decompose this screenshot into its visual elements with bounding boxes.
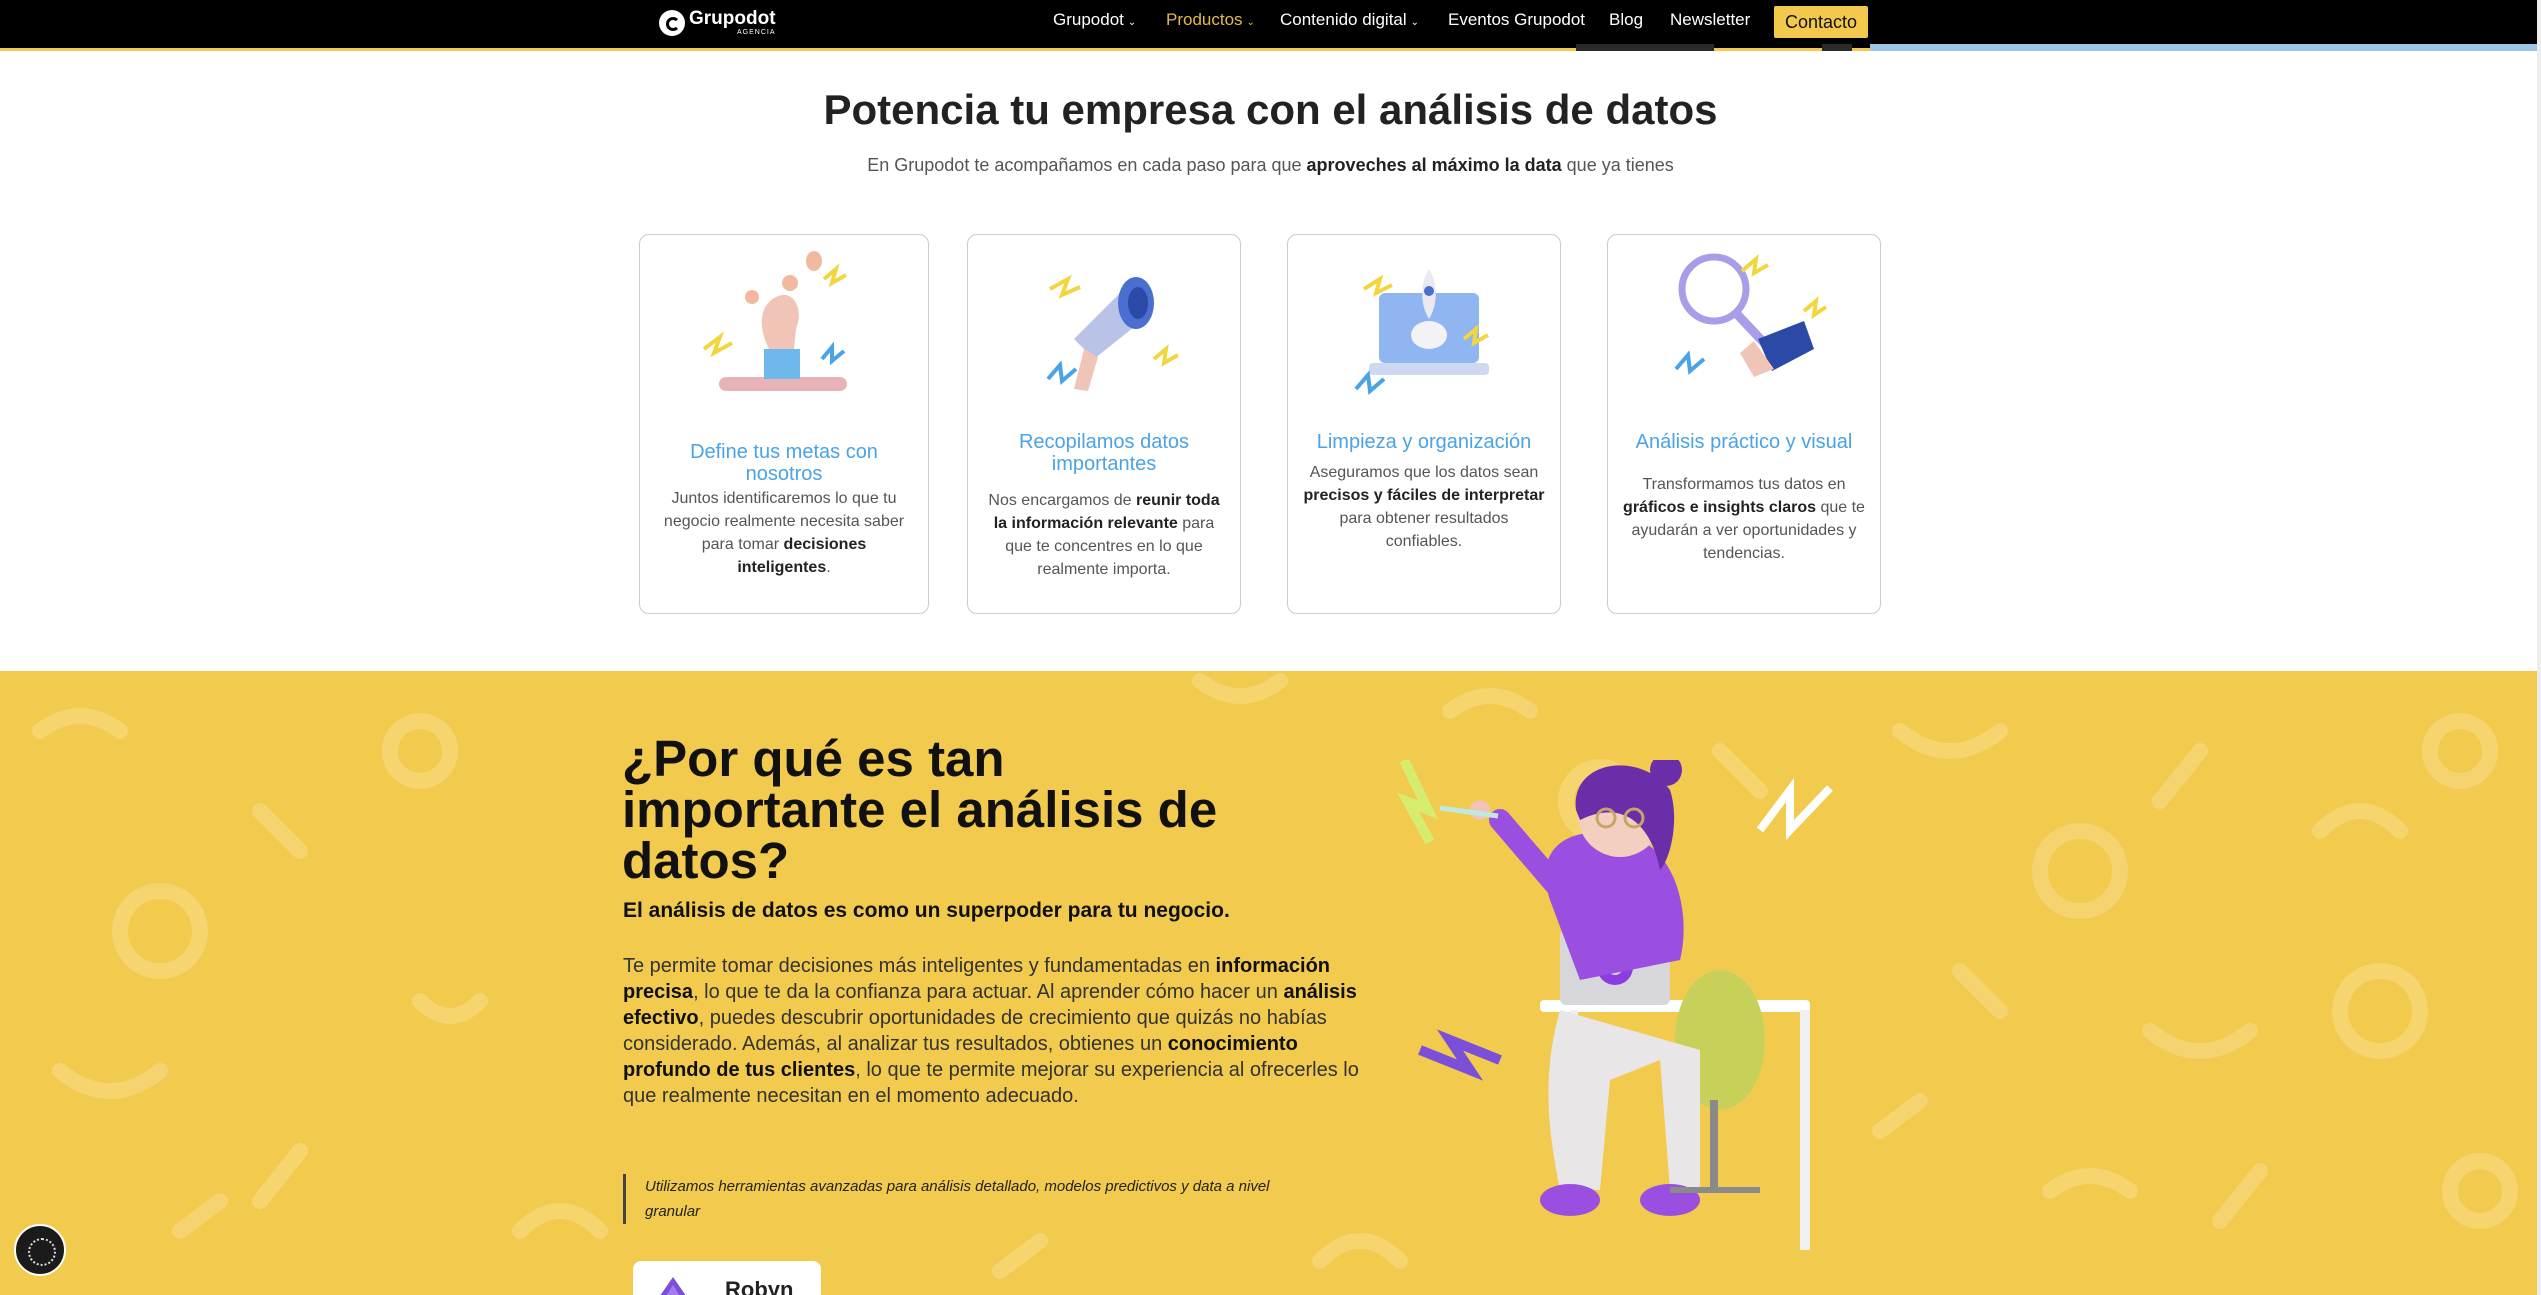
card-text: Nos encargamos de reunir toda la informa… — [988, 492, 1220, 578]
logo-mark-icon — [659, 10, 685, 36]
card-title: Limpieza y organización — [1316, 431, 1532, 453]
nav-item-contenido-digital[interactable]: Contenido digital ⌄ — [1280, 10, 1419, 30]
nav-item-newsletter[interactable]: Newsletter — [1670, 10, 1750, 30]
megaphone-illustration — [1046, 274, 1179, 391]
woman-at-desk-illustration — [1396, 760, 1833, 1250]
magnifier-hand-illustration — [1674, 253, 1828, 377]
banner-strip — [1870, 44, 2541, 51]
card-text: Aseguramos que los datos sean precisos y… — [1303, 464, 1545, 550]
card-text: Transformamos tus datos en gráficos e in… — [1623, 476, 1865, 562]
top-navbar: Grupodot AGENCIA Grupodot ⌄ Productos ⌄ Co… — [0, 0, 2541, 51]
laptop-rocket-illustration — [1354, 269, 1489, 395]
nav-item-grupodot[interactable]: Grupodot ⌄ — [1053, 10, 1136, 30]
banner-strip — [1822, 44, 1852, 51]
page-scrollbar[interactable] — [2537, 0, 2541, 1295]
feature-card-goals: Define tus metas con nosotros Juntos ide… — [639, 234, 929, 614]
feature-card-analysis: Análisis práctico y visual Transformamos… — [1607, 234, 1881, 614]
why-lead: El análisis de datos es como un superpod… — [623, 899, 1230, 922]
card-title: Define tus metas con nosotros — [690, 441, 878, 485]
section-subtitle: En Grupodot te acompañamos en cada paso … — [867, 155, 1674, 175]
chevron-down-icon: ⌄ — [1410, 17, 1420, 28]
chevron-down-icon: ⌄ — [1127, 17, 1137, 28]
grupodot-logo[interactable]: Grupodot AGENCIA — [659, 8, 776, 38]
tools-quote: Utilizamos herramientas avanzadas para a… — [623, 1174, 1303, 1224]
feature-card-cleaning: Limpieza y organización Aseguramos que l… — [1287, 234, 1561, 614]
chevron-down-icon: ⌄ — [1246, 17, 1255, 28]
card-text: Juntos identificaremos lo que tu negocio… — [663, 490, 905, 576]
nav-item-productos[interactable]: Productos ⌄ — [1166, 10, 1255, 30]
banner-strip — [1576, 44, 1714, 51]
card-title: Recopilamos datos importantes — [1018, 431, 1190, 475]
logo-text: Grupodot — [689, 8, 776, 29]
robyn-tool-card[interactable]: Robyn — [633, 1261, 821, 1295]
feature-card-collect: Recopilamos datos importantes Nos encarg… — [967, 234, 1241, 614]
cookie-settings-button[interactable] — [14, 1224, 66, 1276]
hand-coins-illustration — [702, 251, 847, 391]
nav-item-eventos[interactable]: Eventos Grupodot — [1448, 10, 1585, 30]
why-title: ¿Por qué es tan importante el análisis d… — [622, 730, 1218, 889]
section-title: Potencia tu empresa con el análisis de d… — [823, 86, 1718, 133]
why-body: Te permite tomar decisiones más intelige… — [623, 955, 1359, 1107]
logo-subtext: AGENCIA — [737, 29, 776, 36]
card-title: Análisis práctico y visual — [1635, 431, 1853, 453]
robyn-label: Robyn — [725, 1277, 794, 1295]
nav-item-blog[interactable]: Blog — [1609, 10, 1643, 30]
robyn-logo-icon — [660, 1277, 686, 1295]
contact-button[interactable]: Contacto — [1774, 6, 1868, 38]
